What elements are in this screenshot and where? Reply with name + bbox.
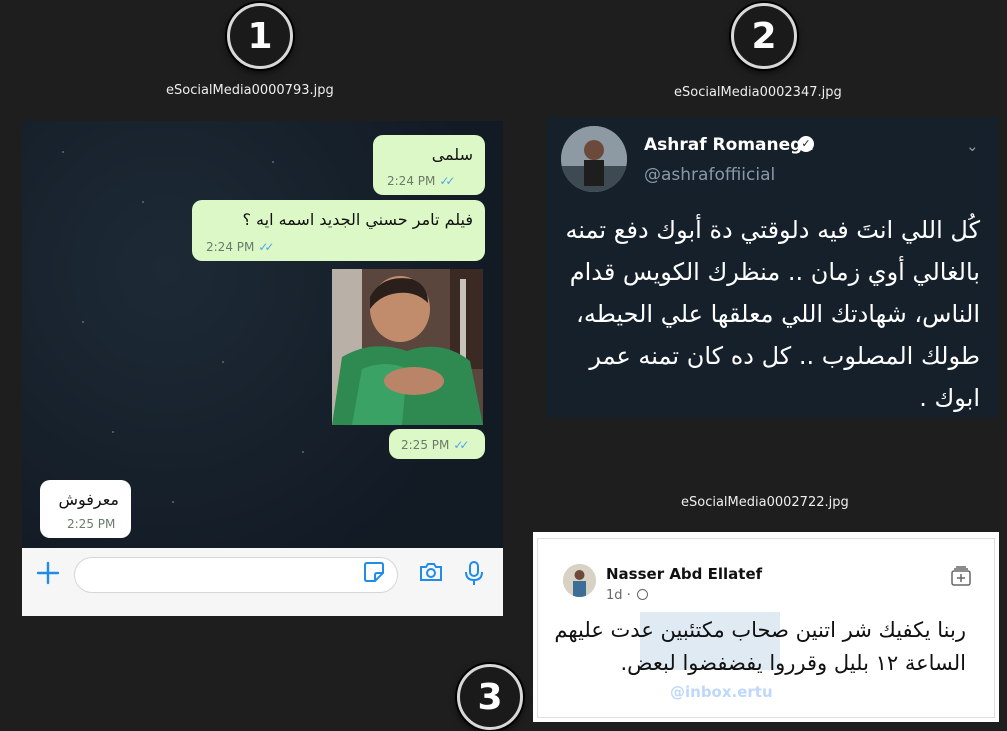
message-timestamp: 2:25 PM ✓✓	[401, 438, 470, 452]
microphone-icon[interactable]	[464, 560, 484, 590]
message-timestamp: 2:24 PM ✓✓	[206, 240, 275, 254]
chat-screenshot: سلمى 2:24 PM ✓✓ فيلم تامر حسني الجديد اسم…	[22, 121, 503, 616]
message-text: معرفوش	[58, 490, 119, 509]
camera-icon[interactable]	[418, 560, 444, 588]
sticker-icon[interactable]	[362, 560, 386, 588]
avatar[interactable]	[563, 564, 596, 597]
globe-icon	[636, 589, 648, 600]
message-timestamp: 2:24 PM ✓✓	[387, 174, 456, 188]
chevron-down-icon[interactable]: ⌄	[966, 137, 979, 155]
message-text: سلمى	[431, 145, 473, 164]
post-card: Nasser Abd Ellatef 1d · @inbox.ertu ربنا…	[537, 538, 995, 718]
outgoing-message-bubble[interactable]: فيلم تامر حسني الجديد اسمه ايه ؟ 2:24 PM…	[192, 200, 485, 261]
save-post-icon[interactable]	[950, 565, 972, 591]
svg-text:@inbox.ertu: @inbox.ertu	[670, 683, 773, 701]
incoming-message-bubble[interactable]: معرفوش 2:25 PM	[40, 480, 131, 538]
avatar[interactable]	[561, 126, 627, 192]
message-text: فيلم تامر حسني الجديد اسمه ايه ؟	[242, 210, 473, 229]
filename-caption-1: eSocialMedia0000793.jpg	[166, 83, 334, 98]
filename-caption-3: eSocialMedia0002722.jpg	[681, 495, 849, 510]
panel-number-badge-2: 2	[731, 3, 797, 69]
message-input[interactable]	[74, 557, 398, 593]
tweet-screenshot: Ashraf Romanega ✓ @ashrafoffiicial ⌄ كُل…	[547, 117, 998, 418]
panel-number-badge-1: 1	[227, 3, 293, 69]
panel-number-badge-3: 3	[457, 664, 523, 730]
outgoing-message-bubble[interactable]: سلمى 2:24 PM ✓✓	[373, 135, 485, 195]
tweet-text: كُل اللي انتَ فيه دلوقتي دة أبوك دفع تمن…	[565, 216, 980, 412]
filename-caption-2: eSocialMedia0002347.jpg	[674, 85, 842, 100]
plus-icon[interactable]	[35, 560, 61, 590]
read-receipt-icon: ✓✓	[439, 174, 455, 188]
tweet-author-handle[interactable]: @ashrafoffiicial	[644, 165, 775, 185]
image-attachment[interactable]	[332, 269, 483, 425]
tweet-author-name[interactable]: Ashraf Romanega	[644, 135, 814, 155]
post-time[interactable]: 1d	[606, 588, 623, 603]
meta-separator: ·	[626, 588, 631, 603]
message-timestamp: 2:25 PM	[67, 517, 116, 531]
read-receipt-icon: ✓✓	[453, 438, 469, 452]
facebook-post-screenshot: Nasser Abd Ellatef 1d · @inbox.ertu ربنا…	[533, 532, 999, 722]
post-author-name[interactable]: Nasser Abd Ellatef	[606, 565, 762, 583]
outgoing-message-bubble[interactable]: 2:25 PM ✓✓	[389, 429, 485, 459]
chat-input-bar	[22, 548, 503, 616]
verified-badge-icon: ✓	[798, 136, 814, 152]
post-text: ربنا يكفيك شر اتنين صحاب مكتئبين عدت علي…	[554, 618, 966, 675]
post-meta: 1d ·	[606, 588, 648, 603]
read-receipt-icon: ✓✓	[258, 240, 274, 254]
